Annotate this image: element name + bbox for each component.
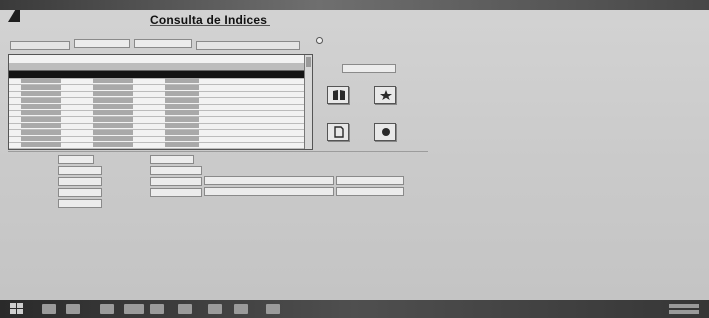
filter-field-3[interactable] [134, 39, 192, 48]
table-cell-1 [21, 123, 61, 129]
window-titlebar [0, 0, 709, 10]
taskbar-app-icon-6[interactable] [178, 304, 192, 314]
filter-field-2[interactable] [74, 39, 130, 48]
detail-wide-field-4[interactable] [336, 187, 404, 196]
table-cell-2 [93, 104, 133, 109]
app-logo-icon [8, 10, 20, 22]
document-button[interactable] [327, 123, 349, 141]
detail-wide-field-1[interactable] [204, 176, 334, 185]
table-cell-2 [93, 142, 133, 148]
table-cell-1 [21, 116, 61, 122]
table-cell-3 [165, 129, 199, 135]
table-cell-3 [165, 104, 199, 109]
book-icon [333, 90, 345, 100]
table-cell-3 [165, 142, 199, 148]
section-divider [8, 151, 428, 152]
table-cell-1 [21, 129, 61, 135]
detail-field-9[interactable] [58, 199, 102, 208]
table-cell-1 [21, 91, 61, 97]
detail-field-7[interactable] [58, 188, 102, 197]
table-cell-3 [165, 110, 199, 116]
taskbar-app-icon-4[interactable] [124, 304, 144, 314]
start-button[interactable] [10, 303, 24, 315]
table-cell-3 [165, 72, 199, 77]
star-button[interactable] [374, 86, 396, 104]
detail-wide-field-3[interactable] [336, 176, 404, 185]
table-cell-3 [165, 78, 199, 84]
taskbar-clock [669, 302, 699, 315]
table-cell-1 [21, 104, 61, 109]
detail-field-2[interactable] [150, 155, 194, 164]
table-cell-3 [165, 136, 199, 141]
detail-field-6[interactable] [150, 177, 202, 186]
table-cell-1 [21, 72, 61, 77]
table-cell-3 [165, 116, 199, 122]
detail-wide-field-2[interactable] [204, 187, 334, 196]
table-cell-1 [21, 110, 61, 116]
record-icon [382, 128, 390, 136]
table-cell-2 [93, 78, 133, 84]
table-cell-2 [93, 129, 133, 135]
indices-grid[interactable] [8, 54, 313, 150]
table-cell-1 [21, 78, 61, 84]
taskbar-app-icon-2[interactable] [66, 304, 80, 314]
table-cell-2 [93, 72, 133, 77]
table-cell-1 [21, 142, 61, 148]
table-cell-3 [165, 97, 199, 103]
document-icon [334, 126, 344, 138]
detail-field-5[interactable] [58, 177, 102, 186]
taskbar-app-icon-5[interactable] [150, 304, 164, 314]
detail-field-4[interactable] [150, 166, 202, 175]
table-cell-3 [165, 123, 199, 129]
taskbar-app-icon-7[interactable] [208, 304, 222, 314]
filter-field-4[interactable] [196, 41, 300, 50]
table-cell-2 [93, 97, 133, 103]
record-button[interactable] [374, 123, 396, 141]
table-cell-2 [93, 123, 133, 129]
book-button[interactable] [327, 86, 349, 104]
taskbar-app-icon-8[interactable] [234, 304, 248, 314]
table-cell-1 [21, 97, 61, 103]
table-cell-2 [93, 136, 133, 141]
grid-scrollbar[interactable] [304, 55, 312, 149]
star-icon [380, 90, 392, 100]
grid-header [9, 63, 305, 71]
table-cell-2 [93, 84, 133, 90]
table-cell-2 [93, 91, 133, 97]
option-radio[interactable] [316, 37, 323, 44]
table-cell-3 [165, 91, 199, 97]
detail-field-3[interactable] [58, 166, 102, 175]
filter-field-1[interactable] [10, 41, 70, 50]
table-cell-3 [165, 84, 199, 90]
taskbar-app-icon-9[interactable] [266, 304, 280, 314]
table-cell-2 [93, 116, 133, 122]
title-underline [150, 25, 270, 26]
detail-field-1[interactable] [58, 155, 94, 164]
taskbar-app-icon-1[interactable] [42, 304, 56, 314]
option-field[interactable] [342, 64, 396, 73]
detail-field-8[interactable] [150, 188, 202, 197]
grid-scroll-thumb[interactable] [306, 57, 311, 67]
table-cell-2 [93, 110, 133, 116]
table-cell-1 [21, 84, 61, 90]
table-cell-1 [21, 136, 61, 141]
taskbar-app-icon-3[interactable] [100, 304, 114, 314]
app-window: Consulta de Indices [0, 0, 709, 300]
table-row[interactable] [9, 141, 305, 149]
